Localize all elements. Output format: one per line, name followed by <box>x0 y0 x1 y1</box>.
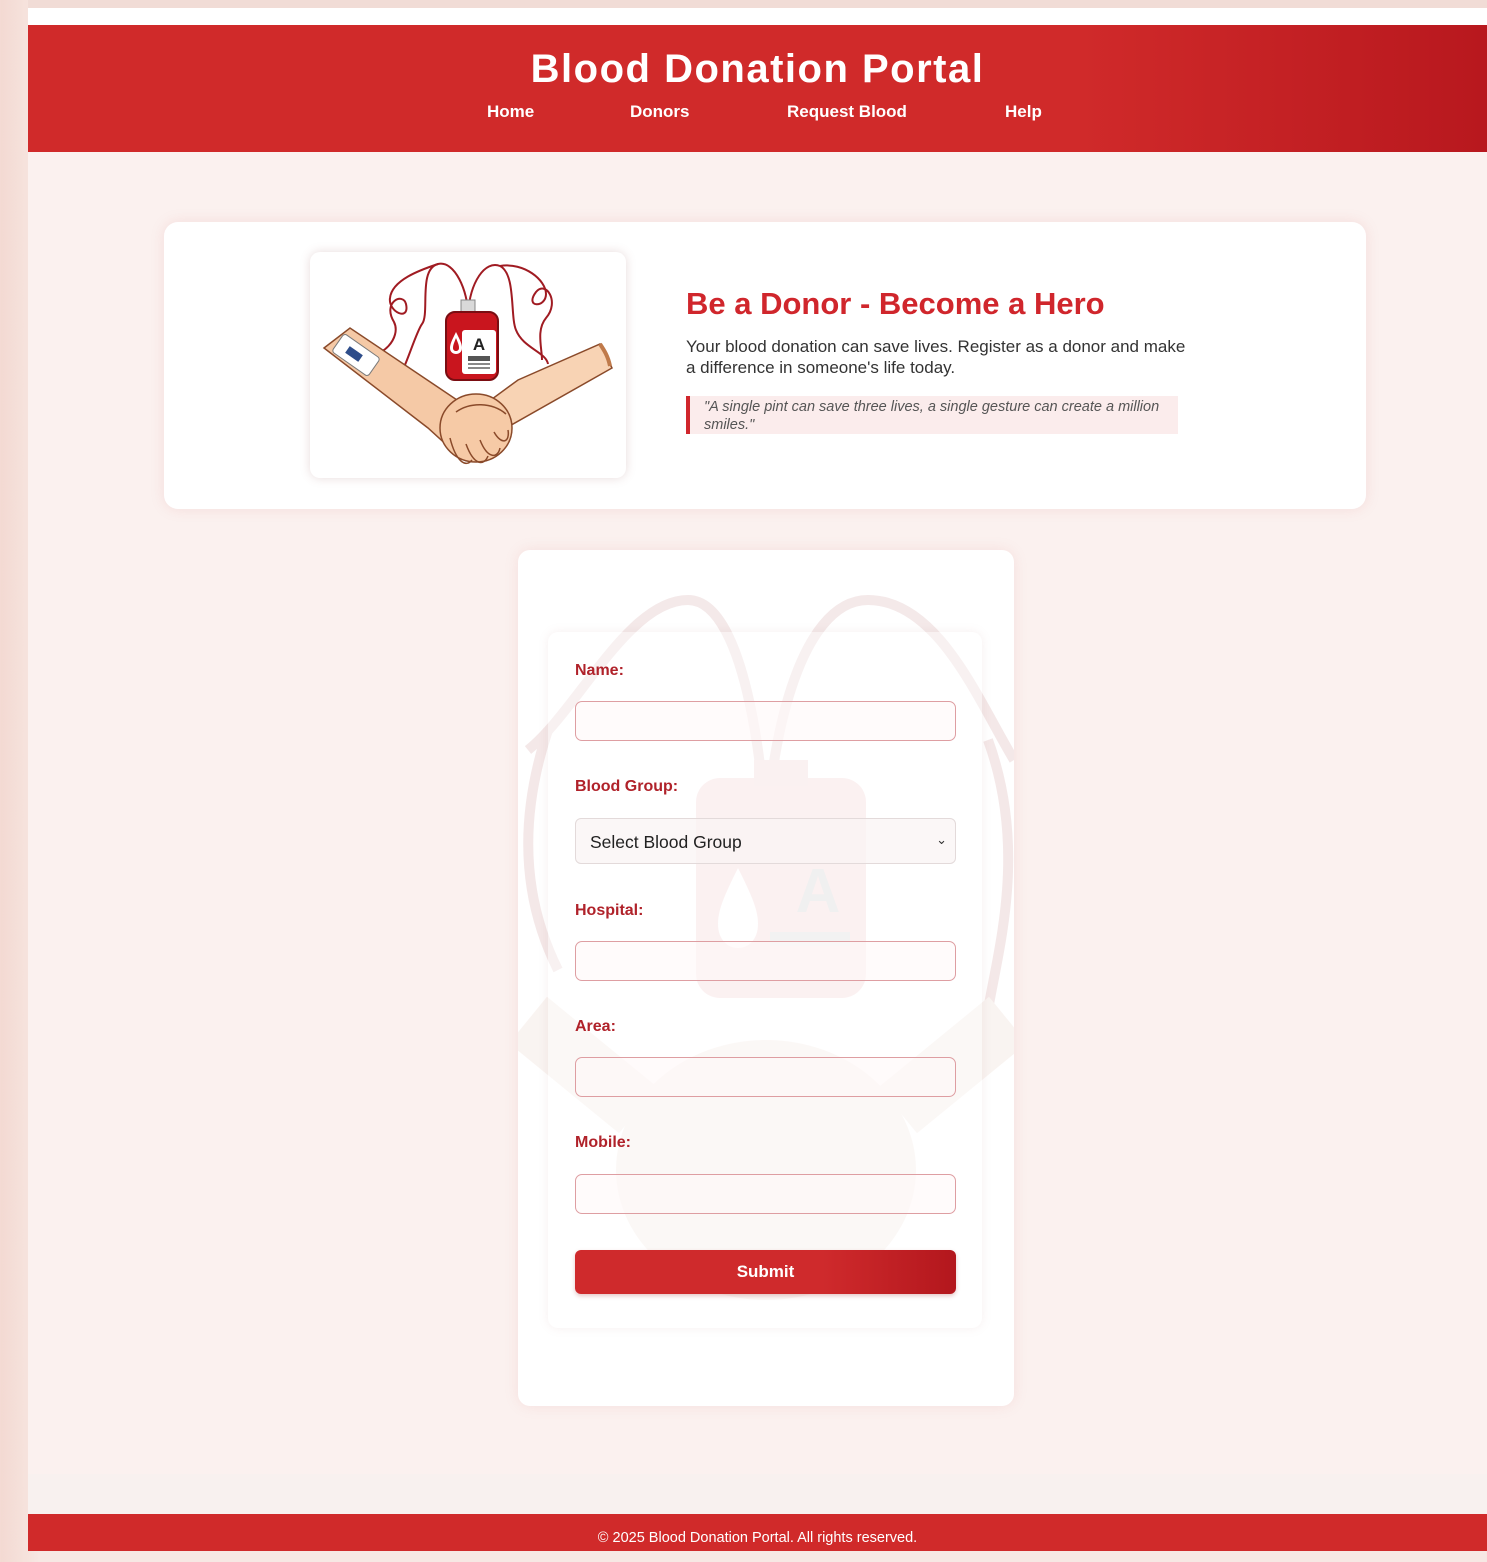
main-nav: Home Donors Request Blood Help <box>28 102 1487 124</box>
hero-heading: Be a Donor - Become a Hero <box>686 286 1105 321</box>
nav-donors[interactable]: Donors <box>630 102 690 122</box>
hero-card: A Be a Donor - Become a Hero Your blood … <box>164 222 1366 509</box>
blood-bag-label: A <box>473 335 485 354</box>
donor-form-card: A Name: Blood Group: Select Blood Group … <box>518 550 1014 1406</box>
site-title: Blood Donation Portal <box>530 47 985 91</box>
nav-home[interactable]: Home <box>487 102 534 122</box>
hero-illustration: A <box>310 252 626 478</box>
donor-form: Name: Blood Group: Select Blood Group ⌄ … <box>548 632 982 1328</box>
area-input[interactable] <box>575 1057 956 1097</box>
area-label: Area: <box>575 1018 616 1035</box>
blood-group-selected: Select Blood Group <box>590 832 742 852</box>
mobile-input[interactable] <box>575 1174 956 1214</box>
footer-text: © 2025 Blood Donation Portal. All rights… <box>597 1530 918 1546</box>
name-label: Name: <box>575 662 624 679</box>
blood-bag-handshake-illustration: A <box>322 262 613 465</box>
hero-quote: "A single pint can save three lives, a s… <box>686 396 1178 434</box>
hero-description: Your blood donation can save lives. Regi… <box>686 337 1186 377</box>
top-strip <box>28 0 1487 8</box>
mobile-label: Mobile: <box>575 1134 631 1151</box>
site-header: Blood Donation Portal Home Donors Reques… <box>28 25 1487 152</box>
blood-group-label: Blood Group: <box>575 778 679 795</box>
nav-request-blood[interactable]: Request Blood <box>787 102 907 122</box>
page: Blood Donation Portal Home Donors Reques… <box>28 8 1487 1551</box>
name-input[interactable] <box>575 701 956 741</box>
nav-help[interactable]: Help <box>1005 102 1042 122</box>
submit-button[interactable]: Submit <box>575 1250 956 1294</box>
pre-footer-band <box>28 1474 1487 1514</box>
chevron-down-icon: ⌄ <box>936 832 947 847</box>
blood-group-select[interactable]: Select Blood Group ⌄ <box>575 818 956 864</box>
site-footer: © 2025 Blood Donation Portal. All rights… <box>28 1514 1487 1551</box>
hospital-label: Hospital: <box>575 902 644 919</box>
top-band <box>28 8 1487 25</box>
hospital-input[interactable] <box>575 941 956 981</box>
